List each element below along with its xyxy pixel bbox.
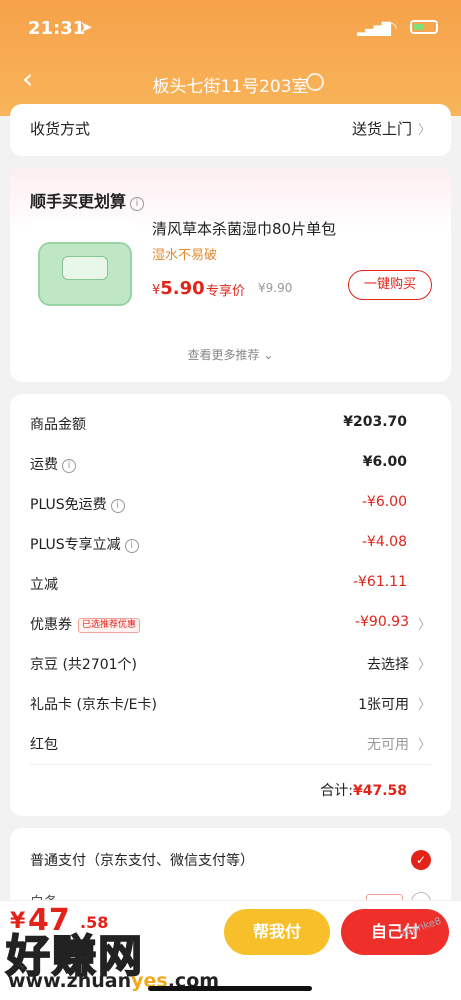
see-more-link[interactable]: 查看更多推荐 ⌄ xyxy=(10,346,451,363)
price-tag: 专享价 xyxy=(206,284,246,299)
summary-row-shipping: 运费 i ¥6.00 xyxy=(30,454,407,473)
nav-bar: ‹ 板头七街11号203室 xyxy=(0,58,461,106)
chevron-right-icon: 〉 xyxy=(417,738,431,753)
pay-myself-button[interactable]: 自己付 xyxy=(341,909,449,955)
summary-row-gift-card[interactable]: 礼品卡 (京东卡/E卡) 1张可用 〉 xyxy=(30,694,431,716)
delivery-method-card[interactable]: 收货方式 送货上门〉 xyxy=(10,104,451,156)
product-name[interactable]: 清风草本杀菌湿巾80片单包 xyxy=(152,218,336,239)
chevron-right-icon: 〉 xyxy=(417,618,431,633)
home-indicator xyxy=(148,986,312,991)
original-price: ¥9.90 xyxy=(258,281,293,295)
summary-row-jingdou[interactable]: 京豆 (共2701个) 去选择 〉 xyxy=(30,654,431,676)
header: 21:31 ➤ ▂▄▆█ ◠ ‹ 板头七街11号203室 xyxy=(0,0,461,116)
info-icon[interactable]: i xyxy=(124,539,139,553)
one-click-buy-button[interactable]: 一键购买 xyxy=(348,270,432,300)
product-subtitle: 湿水不易破 xyxy=(152,248,218,263)
delivery-value: 送货上门〉 xyxy=(351,120,431,138)
info-icon[interactable]: i xyxy=(130,197,145,211)
address-title[interactable]: 板头七街11号203室 xyxy=(0,72,461,97)
divider xyxy=(30,764,431,765)
summary-row-coupon[interactable]: 优惠券 已选推荐优惠 -¥90.93 〉 xyxy=(30,614,431,636)
location-arrow-icon: ➤ xyxy=(80,18,93,36)
chevron-right-icon: 〉 xyxy=(417,698,431,713)
payment-option-normal[interactable]: 普通支付（京东支付、微信支付等） xyxy=(30,850,254,870)
info-icon[interactable]: i xyxy=(110,499,125,513)
summary-row-goods: 商品金额 ¥203.70 xyxy=(30,414,407,433)
chevron-right-icon: 〉 xyxy=(417,658,431,673)
summary-row-plus-discount: PLUS专享立减 i -¥4.08 xyxy=(30,534,407,553)
chevron-right-icon: 〉 xyxy=(417,123,431,138)
product-price: ¥5.90 xyxy=(152,278,205,299)
summary-row-red-packet[interactable]: 红包 无可用 〉 xyxy=(30,734,431,756)
info-icon[interactable]: i xyxy=(62,459,76,473)
battery-icon xyxy=(410,20,438,34)
upsell-title: 顺手买更划算 i xyxy=(30,188,145,212)
upsell-card: 顺手买更划算 i 清风草本杀菌湿巾80片单包 湿水不易破 ¥5.90 专享价 ¥9… xyxy=(10,168,451,382)
order-summary-card: 商品金额 ¥203.70 运费 i ¥6.00 PLUS免运费 i -¥6.00 P… xyxy=(10,394,451,816)
status-time: 21:31 xyxy=(28,18,86,39)
wipes-package-graphic xyxy=(38,242,132,306)
chevron-down-icon: ⌄ xyxy=(263,348,274,362)
summary-row-plus-free-shipping: PLUS免运费 i -¥6.00 xyxy=(30,494,407,513)
product-image[interactable] xyxy=(32,220,138,326)
order-total: 合计:¥47.58 xyxy=(320,783,407,799)
coupon-chip: 已选推荐优惠 xyxy=(78,618,141,633)
location-pin-icon[interactable] xyxy=(306,73,324,91)
checkmark-icon[interactable]: ✓ xyxy=(411,850,431,870)
status-bar: 21:31 ➤ ▂▄▆█ ◠ xyxy=(0,0,461,52)
help-me-pay-button[interactable]: 帮我付 xyxy=(224,909,330,955)
delivery-label: 收货方式 xyxy=(30,120,91,138)
wifi-icon: ◠ xyxy=(385,20,398,36)
summary-row-instant-discount: 立减 -¥61.11 xyxy=(30,574,407,593)
